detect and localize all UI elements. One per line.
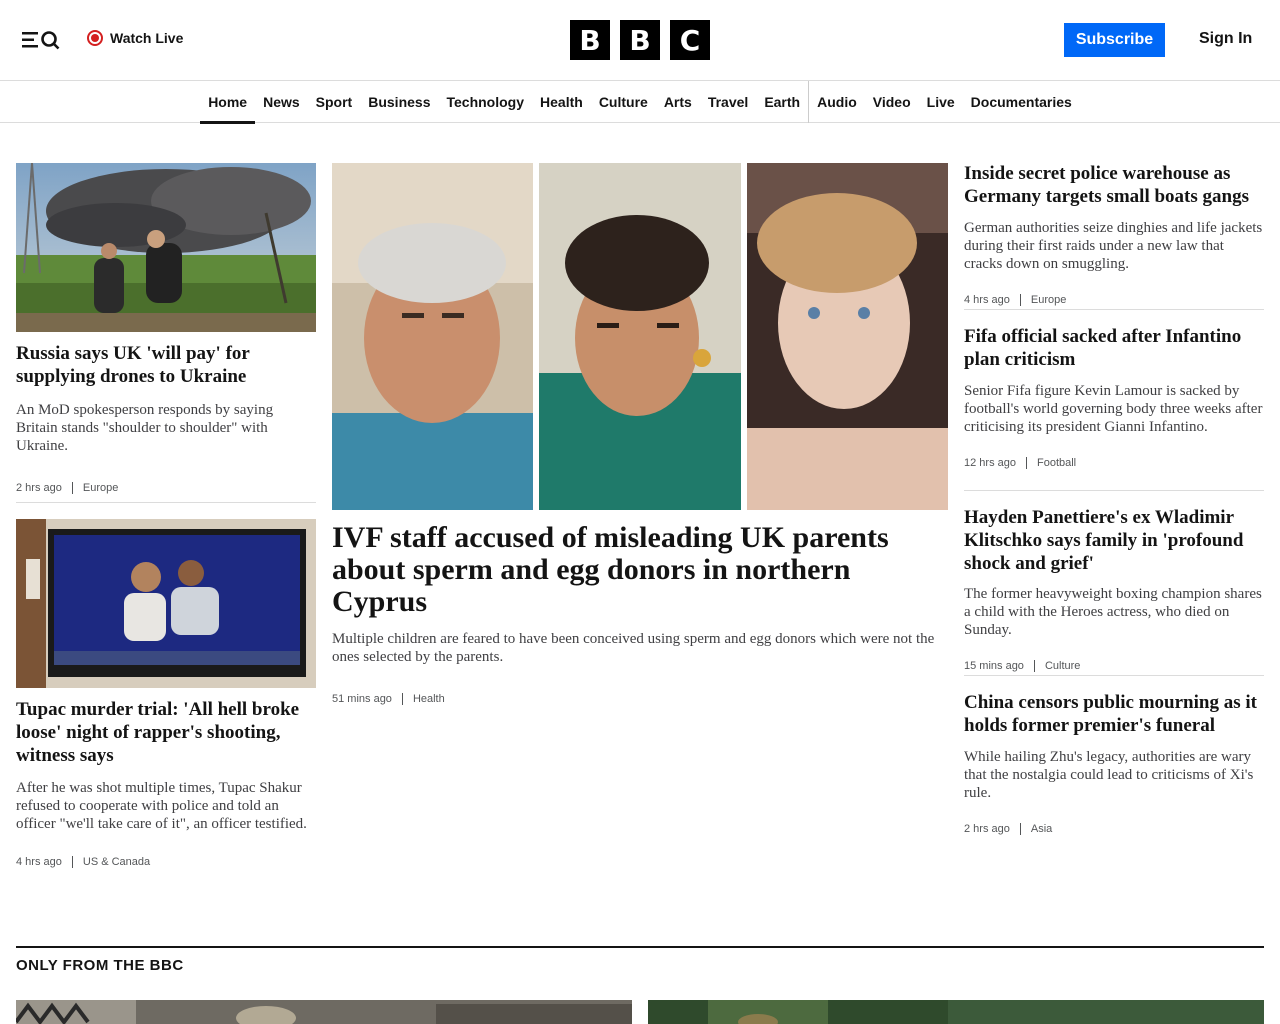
story-meta: 4 hrs ago US & Canada [16,856,316,869]
story-summary: The former heavyweight boxing champion s… [964,586,1262,639]
nav-item-business[interactable]: Business [360,81,438,123]
story-tag[interactable]: Europe [1019,293,1066,306]
feature-image-left[interactable] [16,1000,632,1024]
logo-letter: B [570,20,610,60]
story-card[interactable]: China censors public mourning as it hold… [964,692,1264,835]
nav-item-technology[interactable]: Technology [438,81,532,123]
story-headline[interactable]: Fifa official sacked after Infantino pla… [964,326,1264,372]
story-card[interactable]: Fifa official sacked after Infantino pla… [964,326,1264,469]
story-headline[interactable]: Tupac murder trial: 'All hell broke loos… [16,699,316,767]
story-divider [964,675,1264,676]
story-divider [964,490,1264,491]
nav-item-travel[interactable]: Travel [700,81,756,123]
live-dot-icon [87,30,103,46]
lead-story-card[interactable]: IVF staff accused of misleading UK paren… [332,163,948,705]
watch-live-label: Watch Live [110,30,184,46]
story-timestamp: 12 hrs ago [964,456,1016,469]
section-title[interactable]: ONLY FROM THE BBC [16,957,184,974]
story-summary: After he was shot multiple times, Tupac … [16,780,307,833]
section-rule [16,946,1264,948]
story-meta: 12 hrs ago Football [964,456,1264,469]
lead-story-image-three-portraits[interactable] [332,163,948,510]
bbc-logo[interactable]: B B C [570,20,710,60]
story-headline[interactable]: Russia says UK 'will pay' for supplying … [16,343,316,389]
story-meta: 15 mins ago Culture [964,660,1264,673]
watch-live-link[interactable]: Watch Live [87,28,183,48]
story-timestamp: 51 mins ago [332,693,392,705]
story-tag[interactable]: Football [1025,456,1076,469]
menu-icon [22,32,38,48]
nav-item-audio[interactable]: Audio [808,81,865,123]
story-meta: 51 mins ago Health [332,693,948,705]
logo-letter: C [670,20,710,60]
nav-item-home[interactable]: Home [200,81,256,124]
story-card[interactable]: Hayden Panettiere's ex Wladimir Klitschk… [964,507,1264,673]
story-card[interactable]: Tupac murder trial: 'All hell broke loos… [16,519,316,869]
nav-item-live[interactable]: Live [919,81,963,123]
nav-item-video[interactable]: Video [865,81,919,123]
menu-search-button[interactable] [20,28,64,52]
nav-item-documentaries[interactable]: Documentaries [963,81,1080,123]
story-image-tupac-photo-on-screen[interactable] [16,519,316,688]
story-meta: 2 hrs ago Europe [16,481,316,494]
search-icon [41,31,60,50]
story-divider [16,502,316,503]
story-tag[interactable]: Health [401,693,445,705]
main-nav: Home News Sport Business Technology Heal… [0,81,1280,124]
story-tag[interactable]: US & Canada [71,856,150,869]
story-summary: An MoD spokesperson responds by saying B… [16,401,274,454]
story-divider [964,309,1264,310]
story-headline[interactable]: China censors public mourning as it hold… [964,692,1264,738]
logo-letter: B [620,20,660,60]
lead-story-summary: Multiple children are feared to have bee… [332,631,935,665]
story-meta: 4 hrs ago Europe [964,293,1264,306]
nav-item-culture[interactable]: Culture [591,81,656,123]
story-summary: German authorities seize dinghies and li… [964,219,1263,272]
subscribe-button[interactable]: Subscribe [1064,23,1165,57]
lead-story-headline[interactable]: IVF staff accused of misleading UK paren… [332,522,948,618]
story-timestamp: 2 hrs ago [964,822,1010,835]
story-timestamp: 15 mins ago [964,660,1024,673]
story-summary: Senior Fifa figure Kevin Lamour is sacke… [964,382,1263,435]
sign-in-button[interactable]: Sign In [1186,28,1265,50]
story-headline[interactable]: Hayden Panettiere's ex Wladimir Klitschk… [964,507,1264,575]
story-timestamp: 4 hrs ago [16,856,62,869]
story-timestamp: 4 hrs ago [964,293,1010,306]
site-header: Watch Live B B C Subscribe Sign In [0,0,1280,81]
feature-image-right[interactable] [648,1000,1264,1024]
nav-item-arts[interactable]: Arts [656,81,700,123]
nav-item-sport[interactable]: Sport [308,81,361,123]
nav-item-earth[interactable]: Earth [756,81,808,123]
story-tag[interactable]: Europe [71,481,118,494]
story-meta: 2 hrs ago Asia [964,822,1264,835]
story-image-drone-strike-smoke[interactable] [16,163,316,332]
story-tag[interactable]: Culture [1033,660,1080,673]
story-summary: While hailing Zhu's legacy, authorities … [964,748,1254,801]
story-headline[interactable]: Inside secret police warehouse as German… [964,163,1264,209]
story-card[interactable]: Russia says UK 'will pay' for supplying … [16,163,316,494]
story-card[interactable]: Inside secret police warehouse as German… [964,163,1264,306]
story-tag[interactable]: Asia [1019,822,1052,835]
nav-item-news[interactable]: News [255,81,308,123]
nav-item-health[interactable]: Health [532,81,591,123]
story-timestamp: 2 hrs ago [16,481,62,494]
